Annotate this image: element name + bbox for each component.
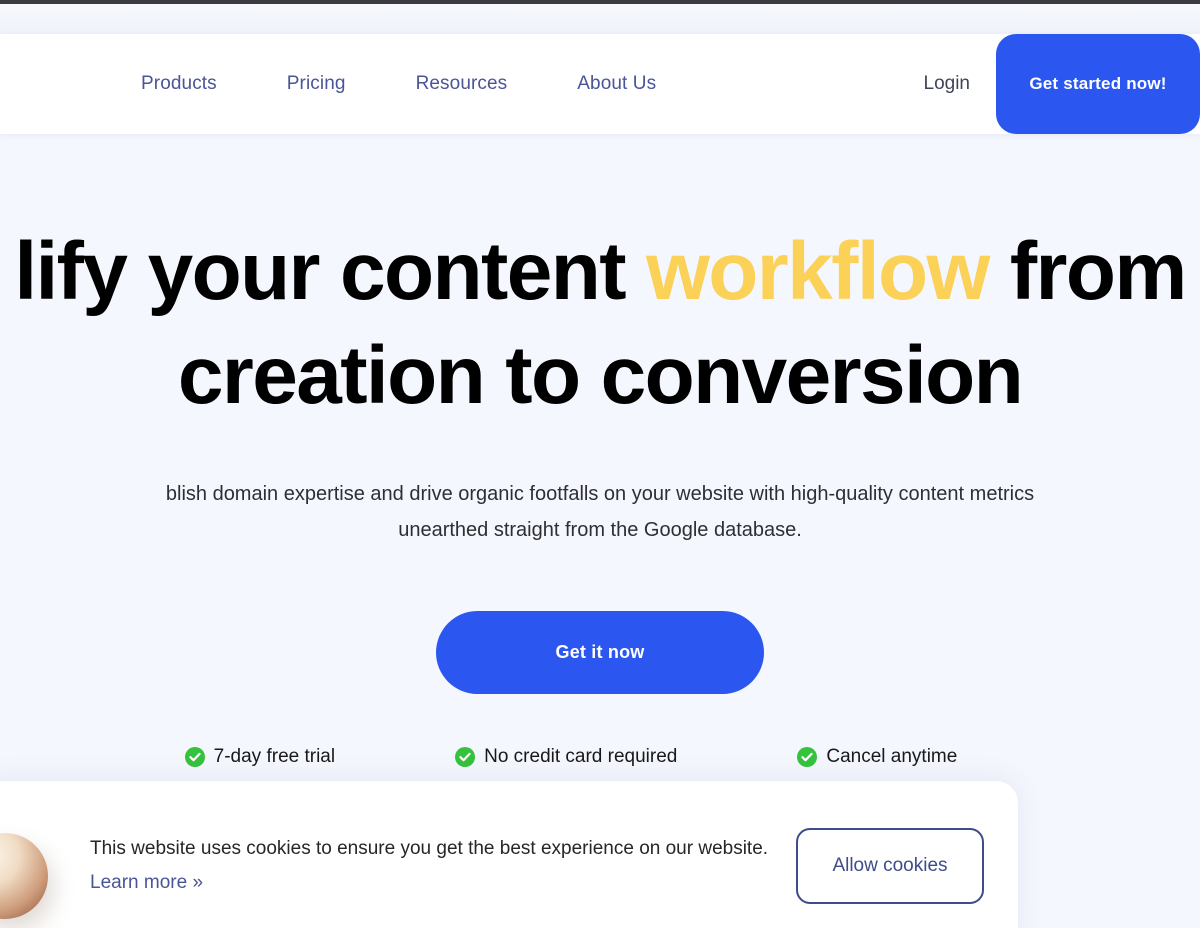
page-title: lify your content workflow from creation… <box>0 134 1200 428</box>
trust-badge-free-trial: 7-day free trial <box>184 746 336 768</box>
headline-text-before: lify your content <box>14 226 647 317</box>
subheading-line-two: unearthed straight from the Google datab… <box>398 519 802 541</box>
get-it-now-button[interactable]: Get it now <box>436 611 764 694</box>
cookie-banner-content: This website uses cookies to ensure you … <box>90 781 1000 928</box>
nav-item-resources[interactable]: Resources <box>416 73 508 95</box>
hero-subheading: blish domain expertise and drive organic… <box>0 428 1200 548</box>
trust-badges-row: 7-day free trial No credit card required… <box>0 694 1200 768</box>
hero-section: lify your content workflow from creation… <box>0 134 1200 768</box>
nav-right-group: Login Get started now! <box>924 34 1200 134</box>
login-link[interactable]: Login <box>924 73 997 95</box>
browser-chrome-strip <box>0 4 1200 34</box>
cookie-consent-banner: This website uses cookies to ensure you … <box>0 781 1018 928</box>
subheading-line-one: blish domain expertise and drive organic… <box>165 483 1035 505</box>
get-started-now-button[interactable]: Get started now! <box>996 34 1200 134</box>
cookie-message: This website uses cookies to ensure you … <box>90 838 769 859</box>
headline-accent-word: workflow <box>646 226 990 317</box>
check-circle-icon <box>797 747 818 767</box>
nav-item-pricing[interactable]: Pricing <box>287 73 346 95</box>
trust-badge-no-credit-card: No credit card required <box>455 746 677 768</box>
check-circle-icon <box>455 747 476 767</box>
allow-cookies-button[interactable]: Allow cookies <box>796 828 984 904</box>
trust-badge-label: Cancel anytime <box>826 746 958 767</box>
page-root: Products Pricing Resources About Us Logi… <box>0 0 1200 928</box>
hero-cta-container: Get it now <box>0 548 1200 694</box>
navigation-bar: Products Pricing Resources About Us Logi… <box>0 34 1200 134</box>
trust-badge-cancel-anytime: Cancel anytime <box>797 746 957 768</box>
trust-badge-label: 7-day free trial <box>213 746 336 767</box>
headline-text-after: from <box>988 226 1187 317</box>
trust-badge-label: No credit card required <box>484 746 678 767</box>
headline-line-two: creation to conversion <box>177 330 1024 421</box>
cookie-text-column: This website uses cookies to ensure you … <box>90 838 768 894</box>
learn-more-link[interactable]: Learn more » <box>90 872 203 894</box>
nav-links-group: Products Pricing Resources About Us <box>0 34 656 134</box>
nav-item-about-us[interactable]: About Us <box>577 73 656 95</box>
nav-item-products[interactable]: Products <box>141 73 217 95</box>
check-circle-icon <box>184 747 205 767</box>
